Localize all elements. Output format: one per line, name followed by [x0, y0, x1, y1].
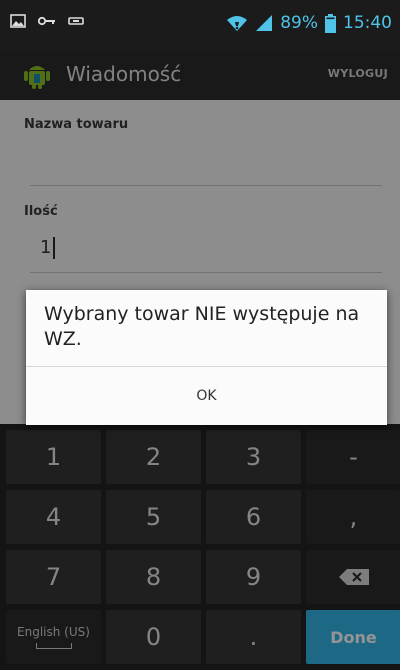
phone-screen: 89% 15:40 Wiadomość WYLOGUJ Nazwa towaru… — [0, 0, 400, 670]
alert-dialog: Wybrany towar NIE występuje na WZ. OK — [26, 290, 387, 425]
status-system: 89% 15:40 — [226, 12, 392, 34]
key-icon — [38, 16, 55, 26]
battery-percent: 89% — [280, 13, 318, 33]
dialog-message: Wybrany towar NIE występuje na WZ. — [44, 303, 360, 350]
signal-icon — [256, 15, 273, 31]
image-icon — [10, 14, 26, 28]
clock: 15:40 — [343, 13, 392, 33]
battery-icon — [325, 13, 336, 33]
wifi-icon — [227, 16, 248, 31]
ok-button[interactable]: OK — [26, 367, 387, 425]
status-bar: 89% 15:40 — [0, 0, 400, 50]
status-notifications — [10, 14, 84, 28]
usb-icon — [68, 17, 84, 25]
